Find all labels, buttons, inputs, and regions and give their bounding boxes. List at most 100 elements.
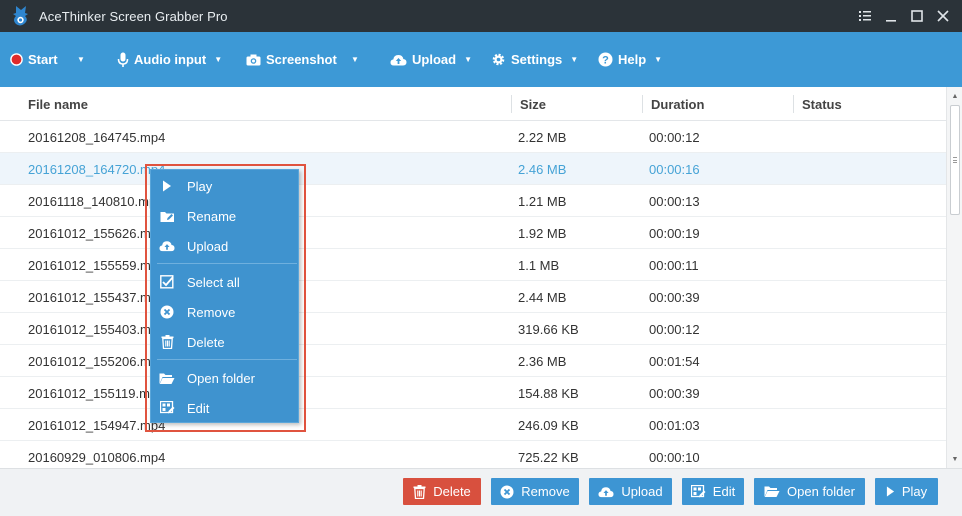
record-icon bbox=[10, 53, 23, 66]
menu-icon[interactable] bbox=[852, 0, 878, 32]
table-row[interactable]: 20161012_155403.mp4 319.66 KB 00:00:12 bbox=[0, 313, 946, 345]
size-cell: 2.36 MB bbox=[518, 353, 567, 369]
scrollbar-thumb[interactable] bbox=[950, 105, 960, 215]
cloud-upload-icon bbox=[598, 486, 614, 498]
size-cell: 319.66 KB bbox=[518, 321, 579, 337]
cloud-upload-icon bbox=[159, 238, 175, 254]
trash-icon bbox=[159, 334, 175, 350]
play-icon bbox=[159, 178, 175, 194]
settings-dropdown-icon[interactable]: ▼ bbox=[570, 55, 578, 64]
size-cell: 1.1 MB bbox=[518, 257, 560, 273]
context-menu-edit[interactable]: Edit bbox=[151, 393, 298, 423]
start-button[interactable]: Start bbox=[10, 32, 58, 87]
remove-circle-icon bbox=[500, 485, 514, 499]
column-size[interactable]: Size bbox=[520, 87, 546, 121]
context-menu-label: Edit bbox=[187, 400, 210, 416]
window-controls bbox=[852, 0, 956, 32]
scroll-down-arrow-icon[interactable]: ▼ bbox=[947, 452, 962, 466]
help-button[interactable]: ? Help ▼ bbox=[598, 32, 662, 87]
duration-cell: 00:00:19 bbox=[649, 225, 700, 241]
file-name-cell: 20161208_164745.mp4 bbox=[28, 129, 166, 145]
context-menu-select-all[interactable]: Select all bbox=[151, 267, 298, 297]
minimize-icon[interactable] bbox=[878, 0, 904, 32]
table-row[interactable]: 20161012_155119.mp4 154.88 KB 00:00:39 bbox=[0, 377, 946, 409]
column-divider[interactable] bbox=[511, 95, 512, 113]
table-row[interactable]: 20161012_155206.mp4 2.36 MB 00:01:54 bbox=[0, 345, 946, 377]
microphone-icon bbox=[117, 52, 129, 68]
context-menu-upload[interactable]: Upload bbox=[151, 231, 298, 261]
folder-open-icon bbox=[159, 370, 175, 386]
context-menu-label: Rename bbox=[187, 208, 237, 224]
help-dropdown-icon[interactable]: ▼ bbox=[654, 55, 662, 64]
context-menu-rename[interactable]: Rename bbox=[151, 201, 298, 231]
grip-icon bbox=[953, 157, 957, 163]
table-row[interactable]: 20161012_154947.mp4 246.09 KB 00:01:03 bbox=[0, 409, 946, 441]
column-duration[interactable]: Duration bbox=[651, 87, 704, 121]
duration-cell: 00:00:12 bbox=[649, 129, 700, 145]
context-menu-delete[interactable]: Delete bbox=[151, 327, 298, 357]
upload-label: Upload bbox=[412, 52, 457, 67]
open-folder-label: Open folder bbox=[787, 484, 855, 499]
table-row[interactable]: 20161012_155437.mp4 2.44 MB 00:00:39 bbox=[0, 281, 946, 313]
size-cell: 725.22 KB bbox=[518, 449, 579, 465]
table-row[interactable]: 20161208_164720.mp4 2.46 MB 00:00:16 bbox=[0, 153, 946, 185]
start-label: Start bbox=[28, 52, 58, 67]
bottom-action-bar: Delete Remove Upload Edit Open folder Pl… bbox=[0, 468, 962, 516]
edit-button[interactable]: Edit bbox=[682, 478, 744, 505]
upload-button[interactable]: Upload ▼ bbox=[390, 32, 472, 87]
edit-label: Edit bbox=[712, 484, 736, 499]
play-button[interactable]: Play bbox=[875, 478, 938, 505]
folder-open-icon bbox=[764, 485, 780, 498]
context-menu-remove[interactable]: Remove bbox=[151, 297, 298, 327]
context-menu-play[interactable]: Play bbox=[151, 171, 298, 201]
scroll-up-arrow-icon[interactable]: ▲ bbox=[947, 89, 962, 103]
upload-bottom-label: Upload bbox=[621, 484, 663, 499]
column-divider[interactable] bbox=[793, 95, 794, 113]
table-row[interactable]: 20161118_140810.mp4 1.21 MB 00:00:13 bbox=[0, 185, 946, 217]
trash-icon bbox=[413, 484, 426, 499]
start-dropdown-icon[interactable]: ▼ bbox=[77, 32, 85, 87]
main-toolbar: Start ▼ Audio input ▼ Screenshot ▼ Uploa… bbox=[0, 32, 962, 87]
duration-cell: 00:00:16 bbox=[649, 161, 700, 177]
checkbox-icon bbox=[159, 274, 175, 290]
audio-dropdown-icon[interactable]: ▼ bbox=[214, 55, 222, 64]
table-row[interactable]: 20161208_164745.mp4 2.22 MB 00:00:12 bbox=[0, 121, 946, 153]
delete-button[interactable]: Delete bbox=[403, 478, 481, 505]
title-bar[interactable]: AceThinker Screen Grabber Pro bbox=[0, 0, 962, 32]
play-icon bbox=[886, 486, 895, 497]
remove-button[interactable]: Remove bbox=[491, 478, 579, 505]
duration-cell: 00:01:54 bbox=[649, 353, 700, 369]
gear-icon bbox=[491, 52, 506, 67]
column-file-name[interactable]: File name bbox=[28, 87, 88, 121]
audio-input-label: Audio input bbox=[134, 52, 207, 67]
column-divider[interactable] bbox=[642, 95, 643, 113]
table-row[interactable]: 20160929_010806.mp4 725.22 KB 00:00:10 bbox=[0, 441, 946, 468]
column-status[interactable]: Status bbox=[802, 87, 842, 121]
settings-label: Settings bbox=[511, 52, 563, 67]
table-row[interactable]: 20161012_155559.mp4 1.1 MB 00:00:11 bbox=[0, 249, 946, 281]
maximize-icon[interactable] bbox=[904, 0, 930, 32]
context-menu-open-folder[interactable]: Open folder bbox=[151, 363, 298, 393]
size-cell: 246.09 KB bbox=[518, 417, 579, 433]
file-name-cell: 20161012_155119.mp4 bbox=[28, 385, 165, 401]
upload-bottom-button[interactable]: Upload bbox=[589, 478, 672, 505]
size-cell: 1.21 MB bbox=[518, 193, 567, 209]
context-menu-label: Upload bbox=[187, 238, 229, 254]
settings-button[interactable]: Settings ▼ bbox=[491, 32, 578, 87]
open-folder-button[interactable]: Open folder bbox=[754, 478, 865, 505]
audio-input-button[interactable]: Audio input ▼ bbox=[117, 32, 222, 87]
close-icon[interactable] bbox=[930, 0, 956, 32]
screenshot-label: Screenshot bbox=[266, 52, 337, 67]
size-cell: 2.44 MB bbox=[518, 289, 567, 305]
play-label: Play bbox=[901, 484, 928, 499]
upload-dropdown-icon[interactable]: ▼ bbox=[464, 55, 472, 64]
screenshot-dropdown-icon[interactable]: ▼ bbox=[351, 32, 359, 87]
size-cell: 1.92 MB bbox=[518, 225, 567, 241]
edit-icon bbox=[690, 484, 706, 499]
vertical-scrollbar[interactable]: ▲ ▼ bbox=[946, 87, 962, 468]
screenshot-button[interactable]: Screenshot bbox=[246, 32, 337, 87]
duration-cell: 00:00:13 bbox=[649, 193, 700, 209]
table-row[interactable]: 20161012_155626.mp4 1.92 MB 00:00:19 bbox=[0, 217, 946, 249]
table-header: File name Size Duration Status bbox=[0, 87, 946, 121]
size-cell: 2.46 MB bbox=[518, 161, 567, 177]
